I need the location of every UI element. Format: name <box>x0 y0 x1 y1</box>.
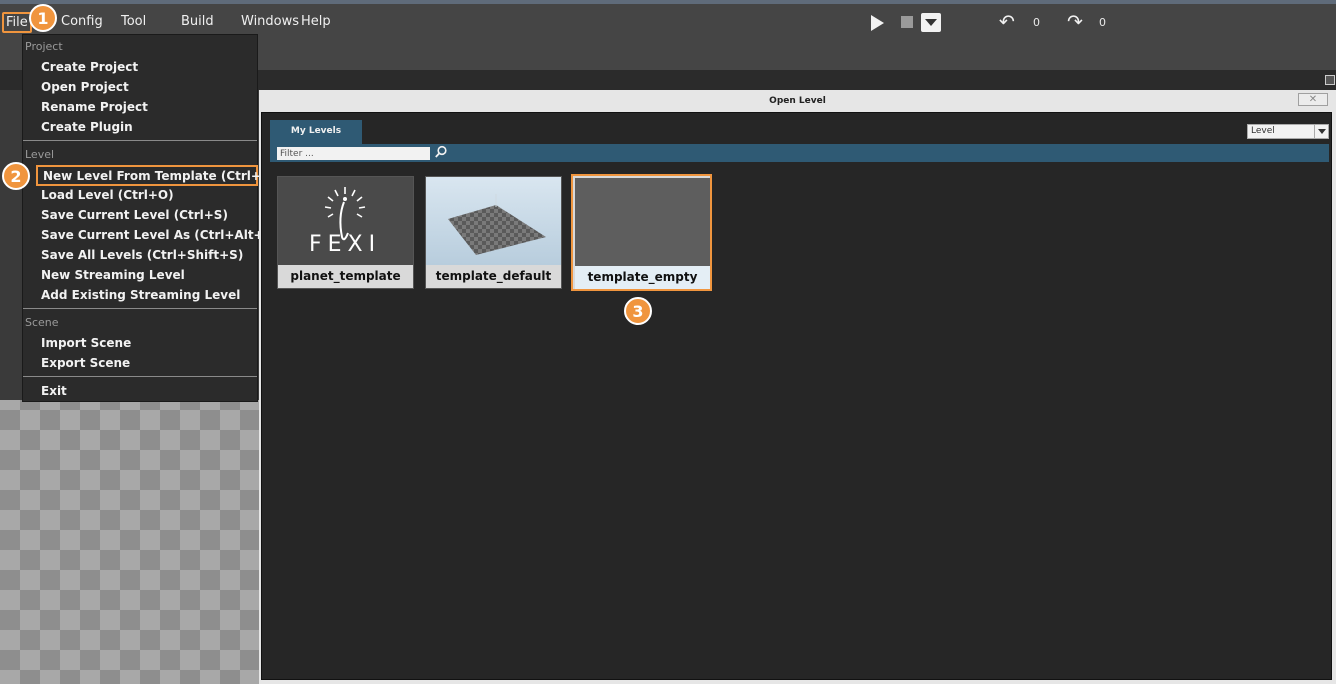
menu-export-scene[interactable]: Export Scene <box>41 356 130 370</box>
level-name: template_default <box>435 269 552 283</box>
callout-badge-2: 2 <box>2 162 30 190</box>
dialog-title: Open Level <box>769 96 826 106</box>
dialog-body: My Levels Level Filter ... FEXI planet_t… <box>261 112 1332 680</box>
search-icon[interactable] <box>434 145 448 159</box>
menu-rename-project[interactable]: Rename Project <box>41 100 148 114</box>
level-thumbnail <box>575 178 710 266</box>
menu-windows[interactable]: Windows <box>241 14 299 29</box>
level-name: template_empty <box>575 266 710 289</box>
level-thumbnail: FEXI <box>278 177 413 265</box>
menu-exit[interactable]: Exit <box>41 384 67 398</box>
close-icon[interactable]: ✕ <box>1298 93 1328 106</box>
undo-count: 0 <box>1033 16 1040 29</box>
menu-divider <box>23 140 257 141</box>
callout-badge-1: 1 <box>29 4 57 32</box>
callout-badge-3: 3 <box>624 297 652 325</box>
menu-file[interactable]: File <box>2 12 32 33</box>
menu-add-existing-streaming-level[interactable]: Add Existing Streaming Level <box>41 288 240 302</box>
menu-create-project[interactable]: Create Project <box>41 60 138 74</box>
level-card-template-default[interactable]: template_default <box>425 176 562 289</box>
level-thumbnail <box>426 177 561 265</box>
menu-import-scene[interactable]: Import Scene <box>41 336 131 350</box>
menu-help[interactable]: Help <box>301 14 331 29</box>
menu-config[interactable]: Config <box>61 14 103 29</box>
level-type-select[interactable]: Level <box>1247 124 1329 139</box>
tab-my-levels[interactable]: My Levels <box>270 120 362 144</box>
stop-button[interactable] <box>901 16 913 28</box>
play-mode-dropdown[interactable] <box>921 13 941 32</box>
level-type-select-value: Level <box>1251 126 1275 136</box>
filter-input[interactable] <box>277 147 430 160</box>
menu-build[interactable]: Build <box>181 14 214 29</box>
menu-section-scene: Scene <box>25 316 59 329</box>
menu-divider <box>23 308 257 309</box>
level-card-template-empty[interactable]: template_empty <box>571 174 712 291</box>
menu-tool[interactable]: Tool <box>121 14 146 29</box>
undo-icon[interactable]: ↶ <box>999 12 1015 32</box>
menu-section-project: Project <box>25 40 63 53</box>
menu-new-streaming-level[interactable]: New Streaming Level <box>41 268 185 282</box>
menu-create-plugin[interactable]: Create Plugin <box>41 120 133 134</box>
menu-save-current-level[interactable]: Save Current Level (Ctrl+S) <box>41 208 228 222</box>
checker-plane-icon <box>448 194 546 255</box>
flexi-logo-icon: FEXI <box>309 187 381 257</box>
open-level-dialog: Open Level ✕ My Levels Level Filter ... … <box>259 90 1336 684</box>
menu-load-level[interactable]: Load Level (Ctrl+O) <box>41 188 174 202</box>
menu-save-current-level-as[interactable]: Save Current Level As (Ctrl+Alt+S) <box>41 228 278 242</box>
level-card-planet-template[interactable]: FEXI planet_template <box>277 176 414 289</box>
menu-save-all-levels[interactable]: Save All Levels (Ctrl+Shift+S) <box>41 248 243 262</box>
menu-new-level-from-template[interactable]: New Level From Template (Ctrl+N) <box>36 165 276 186</box>
level-name: planet_template <box>290 269 401 283</box>
svg-text:FEXI: FEXI <box>309 232 381 257</box>
menu-open-project[interactable]: Open Project <box>41 80 129 94</box>
redo-icon[interactable]: ↷ <box>1067 12 1083 32</box>
menu-divider <box>23 376 257 377</box>
filter-bar <box>270 144 1329 162</box>
dock-icon[interactable] <box>1325 75 1335 85</box>
redo-count: 0 <box>1099 16 1106 29</box>
play-button[interactable] <box>871 15 884 31</box>
chevron-down-icon <box>1314 125 1328 138</box>
file-dropdown-menu: Project Create Project Open Project Rena… <box>22 34 278 402</box>
menu-section-level: Level <box>25 148 55 161</box>
